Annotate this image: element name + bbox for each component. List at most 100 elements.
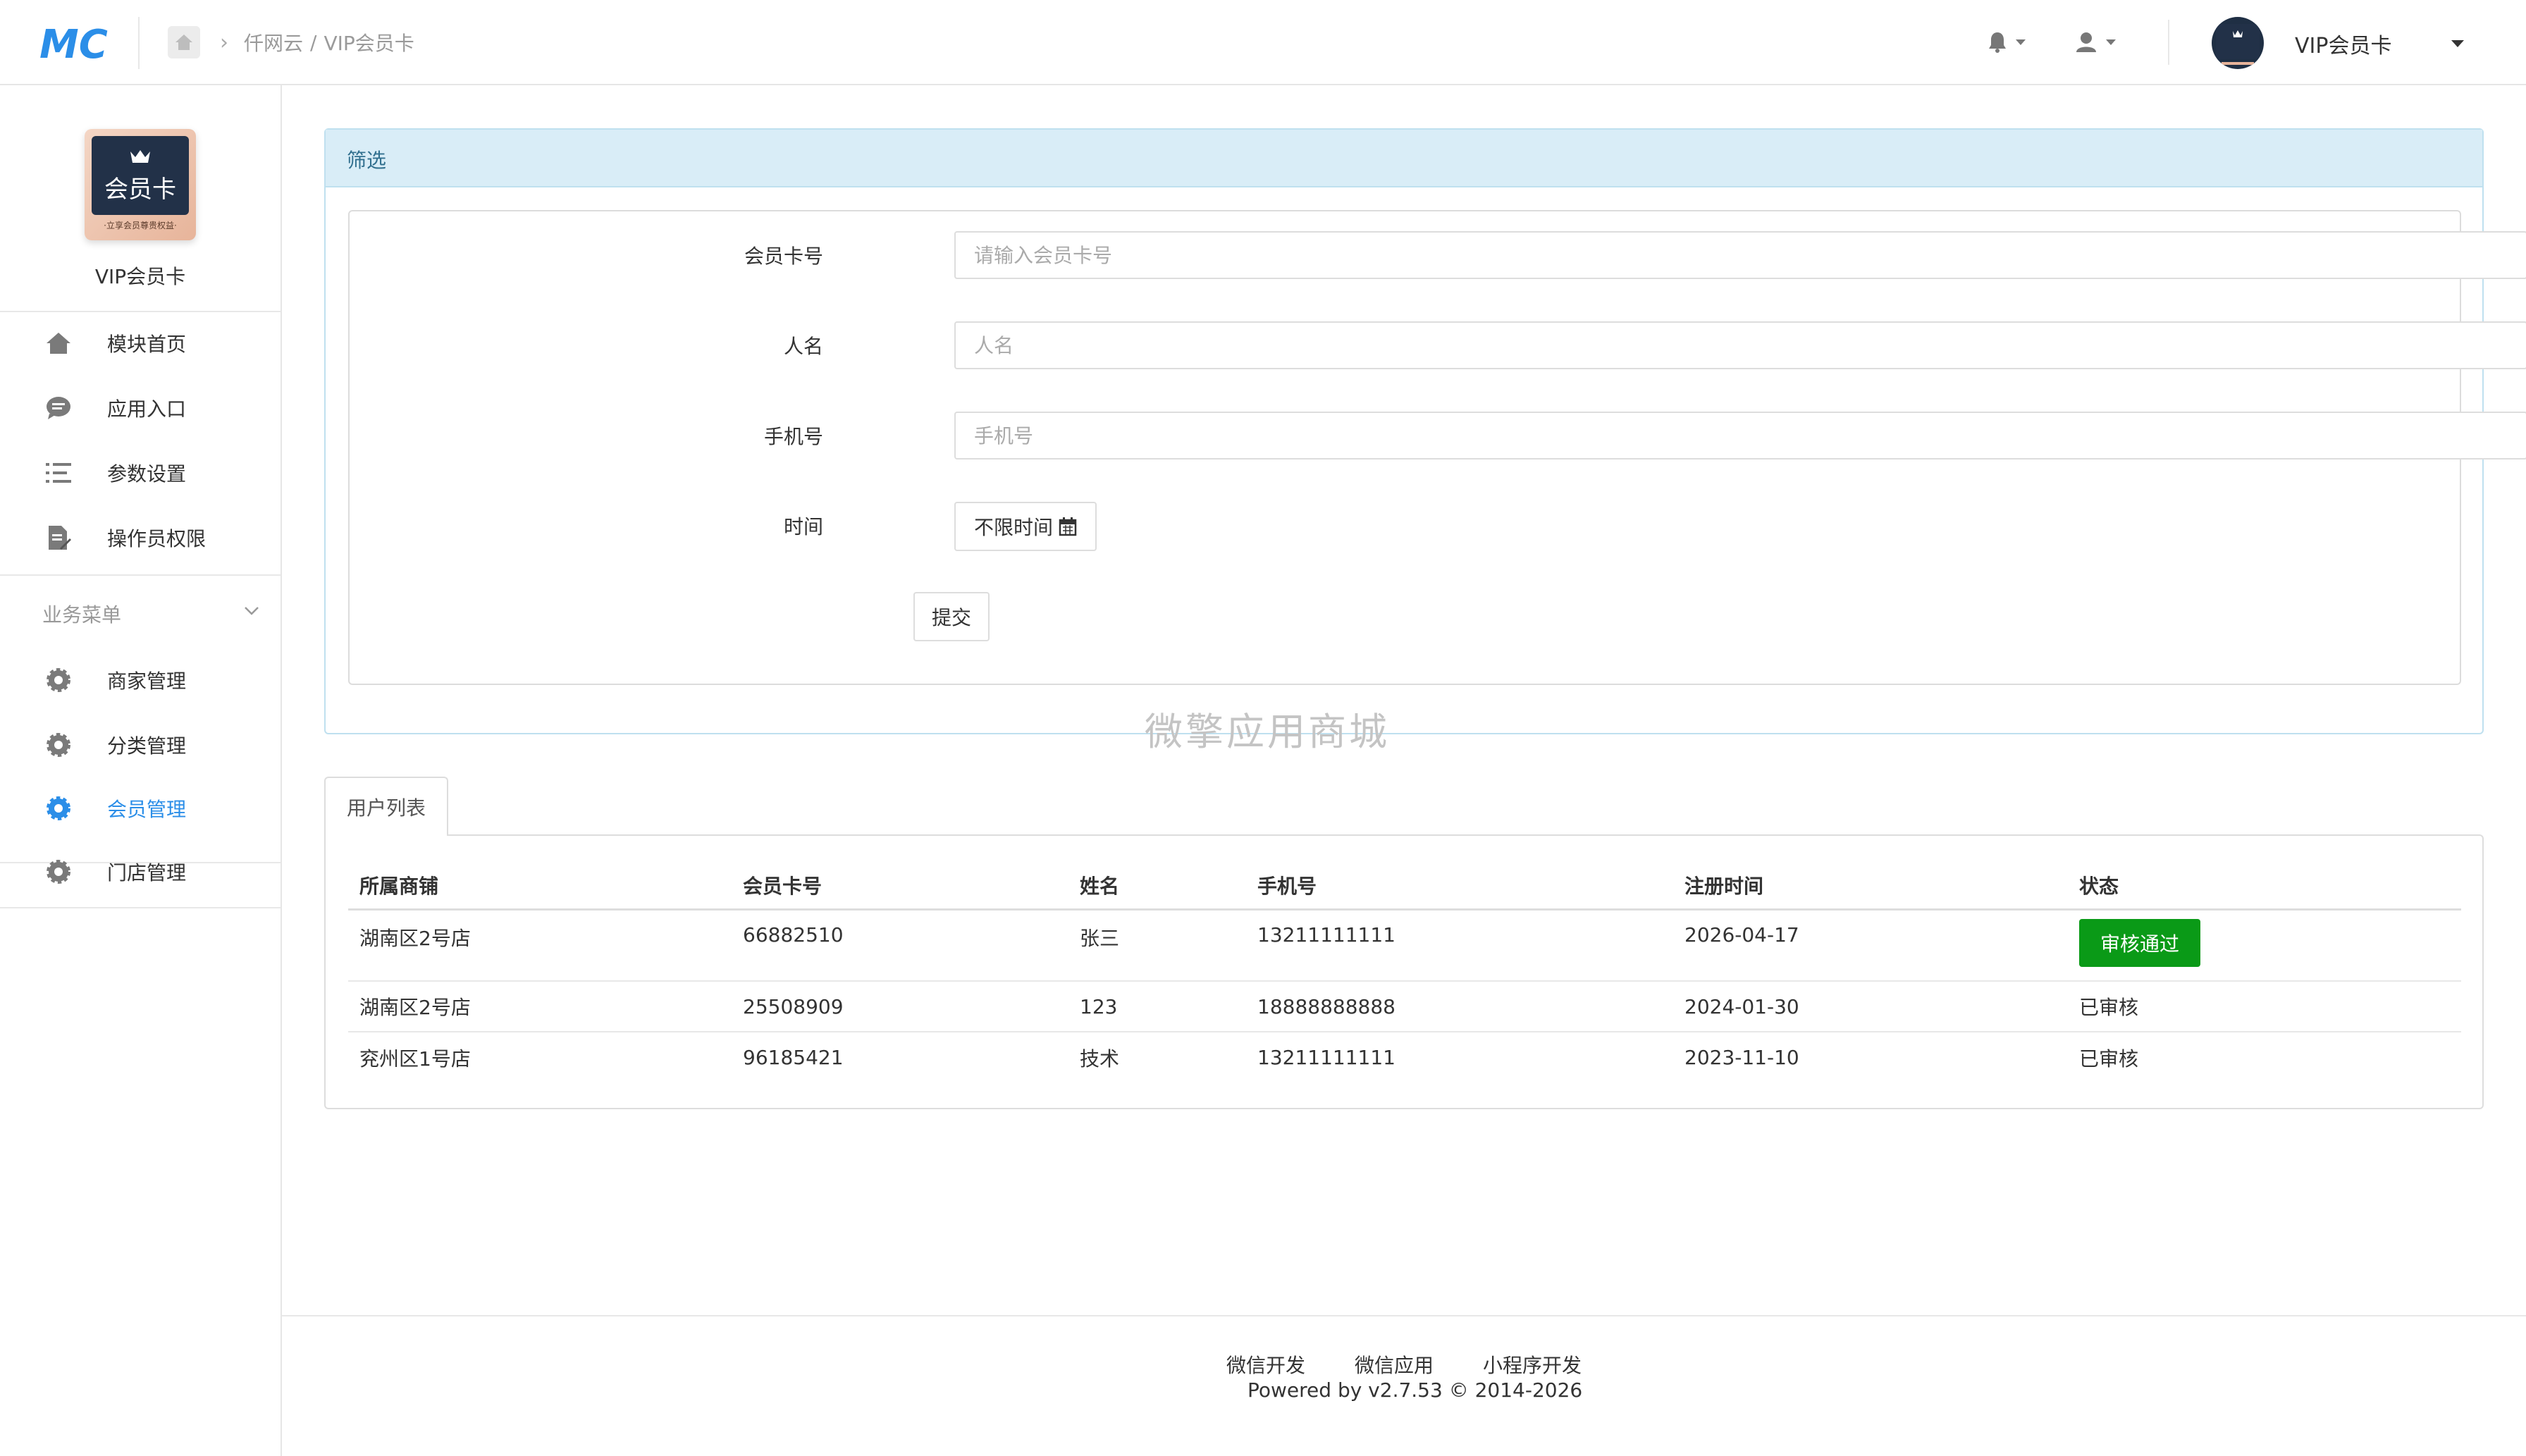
sidebar-divider bbox=[0, 311, 281, 312]
submit-button[interactable]: 提交 bbox=[913, 592, 990, 641]
sidebar-divider bbox=[0, 574, 281, 576]
cell-phone: 13211111111 bbox=[1257, 1046, 1396, 1069]
home-icon bbox=[44, 328, 73, 358]
sidebar-item-store-management[interactable]: 门店管理 bbox=[0, 844, 281, 900]
cell-card-number: 96185421 bbox=[743, 1046, 844, 1069]
cell-shop: 湖南区2号店 bbox=[348, 909, 732, 982]
tab-user-list[interactable]: 用户列表 bbox=[324, 777, 448, 836]
table-row: 湖南区2号店 66882510 张三 13211111111 2026-04-1… bbox=[348, 909, 2461, 982]
cell-shop: 湖南区2号店 bbox=[348, 981, 732, 1032]
chevron-right-icon: › bbox=[220, 30, 228, 55]
cell-name: 123 bbox=[1068, 981, 1246, 1032]
user-table-container: 所属商铺 会员卡号 姓名 手机号 注册时间 状态 湖南区2号店 66882510… bbox=[324, 834, 2484, 1109]
calendar-icon bbox=[1059, 517, 1077, 536]
home-icon[interactable] bbox=[168, 26, 200, 58]
breadcrumb-item[interactable]: VIP会员卡 bbox=[324, 28, 414, 56]
caret-down-icon bbox=[2016, 39, 2026, 45]
phone-input[interactable] bbox=[954, 412, 2526, 459]
sidebar-item-label: 分类管理 bbox=[107, 734, 187, 758]
cell-shop: 兖州区1号店 bbox=[359, 1047, 471, 1071]
sidebar-item-label: 商家管理 bbox=[107, 670, 187, 693]
svg-text:MC: MC bbox=[39, 23, 108, 65]
card-number-input[interactable] bbox=[954, 231, 2526, 279]
sidebar-item-label: 操作员权限 bbox=[107, 527, 207, 550]
sidebar-item-app-entry[interactable]: 应用入口 bbox=[0, 380, 281, 436]
chevron-down-icon[interactable] bbox=[244, 603, 259, 618]
header-divider bbox=[2168, 20, 2169, 65]
crown-icon bbox=[130, 150, 150, 163]
bell-icon bbox=[1989, 32, 2006, 53]
approve-button[interactable]: 审核通过 bbox=[2079, 918, 2201, 967]
app-name: VIP会员卡 bbox=[94, 265, 186, 288]
sidebar-item-settings[interactable]: 参数设置 bbox=[0, 445, 281, 501]
time-range-value: 不限时间 bbox=[973, 516, 1053, 539]
gear-icon bbox=[44, 665, 73, 695]
cell-register-time: 2024-01-30 bbox=[1673, 981, 2068, 1032]
cell-status: 已审核 bbox=[2068, 981, 2461, 1032]
column-header-shop: 所属商铺 bbox=[348, 863, 732, 911]
cell-phone: 18888888888 bbox=[1246, 981, 1673, 1032]
header-divider bbox=[138, 17, 140, 69]
notification-button[interactable] bbox=[1988, 28, 2026, 56]
footer-link[interactable]: 小程序开发 bbox=[1483, 1350, 1582, 1378]
app-logo: 会员卡 ·立享会员尊贵权益· bbox=[85, 129, 196, 240]
cell-name: 张三 bbox=[1068, 909, 1246, 982]
app-logo-subtitle: ·立享会员尊贵权益· bbox=[104, 221, 177, 230]
user-icon bbox=[2076, 32, 2096, 52]
column-header-register-time: 注册时间 bbox=[1673, 863, 2068, 911]
sidebar-divider bbox=[0, 907, 281, 908]
filter-panel: 筛选 会员卡号 人名 手机号 时间 不限时间 提交 bbox=[324, 128, 2526, 734]
column-header-card-number: 会员卡号 bbox=[732, 863, 1068, 911]
cell-status: 已审核 bbox=[2079, 1047, 2139, 1071]
gear-icon bbox=[44, 857, 73, 887]
sidebar-item-module-home[interactable]: 模块首页 bbox=[0, 315, 281, 371]
cell-status: 审核通过 bbox=[2068, 909, 2461, 982]
user-table: 所属商铺 会员卡号 姓名 手机号 注册时间 状态 湖南区2号店 66882510… bbox=[348, 863, 2461, 1082]
sidebar-item-member-management[interactable]: 会员管理 bbox=[0, 780, 281, 837]
breadcrumb-separator: / bbox=[310, 30, 317, 54]
breadcrumb: › 仟网云 / VIP会员卡 bbox=[168, 25, 414, 59]
document-edit-icon bbox=[44, 523, 73, 553]
caret-down-icon bbox=[2106, 39, 2116, 45]
sidebar: 会员卡 ·立享会员尊贵权益· VIP会员卡 模块首页 应用入口 参数设置 操作员… bbox=[0, 85, 282, 1456]
cell-register-time: 2023-11-10 bbox=[1684, 1046, 1799, 1069]
footer-divider bbox=[282, 1315, 2526, 1316]
cell-card-number: 66882510 bbox=[732, 909, 1068, 982]
sidebar-item-label: 模块首页 bbox=[107, 333, 187, 356]
filter-panel-header: 筛选 bbox=[326, 130, 2482, 187]
phone-label: 手机号 bbox=[763, 425, 823, 448]
footer-link[interactable]: 微信开发 bbox=[1226, 1350, 1305, 1378]
sidebar-item-merchant-management[interactable]: 商家管理 bbox=[0, 652, 281, 708]
column-header-phone: 手机号 bbox=[1246, 863, 1673, 911]
gear-icon bbox=[44, 730, 73, 760]
chat-icon bbox=[44, 393, 73, 423]
sidebar-item-category-management[interactable]: 分类管理 bbox=[0, 717, 281, 773]
breadcrumb-item[interactable]: 仟网云 bbox=[244, 28, 303, 56]
time-label: 时间 bbox=[783, 515, 823, 538]
sidebar-item-label: 应用入口 bbox=[107, 397, 187, 421]
filter-panel-title: 筛选 bbox=[347, 149, 387, 172]
table-header-row: 所属商铺 会员卡号 姓名 手机号 注册时间 状态 bbox=[348, 863, 2461, 911]
name-input[interactable] bbox=[954, 321, 2526, 369]
watermark: 微擎应用商城 bbox=[1145, 710, 1390, 754]
name-label: 人名 bbox=[783, 335, 823, 358]
cell-name: 技术 bbox=[1080, 1047, 1120, 1071]
cell-register-time: 2026-04-17 bbox=[1673, 909, 2068, 982]
sidebar-item-operator-permissions[interactable]: 操作员权限 bbox=[0, 510, 281, 566]
list-icon bbox=[44, 458, 73, 488]
app-logo-text: 会员卡 bbox=[104, 175, 176, 204]
user-menu-button[interactable] bbox=[2075, 28, 2116, 56]
app-avatar[interactable] bbox=[2212, 17, 2264, 69]
sidebar-group-title[interactable]: 业务菜单 bbox=[42, 600, 121, 628]
table-row: 湖南区2号店 25508909 123 18888888888 2024-01-… bbox=[348, 981, 2461, 1032]
top-bar: MC › 仟网云 / VIP会员卡 VIP会员卡 bbox=[0, 0, 2526, 85]
cell-card-number: 25508909 bbox=[732, 981, 1068, 1032]
footer-link[interactable]: 微信应用 bbox=[1355, 1350, 1434, 1378]
time-range-picker[interactable]: 不限时间 bbox=[954, 502, 1097, 551]
logo[interactable]: MC bbox=[39, 23, 113, 65]
sidebar-item-label: 会员管理 bbox=[107, 798, 187, 821]
sidebar-item-label: 门店管理 bbox=[107, 861, 187, 884]
cell-phone: 13211111111 bbox=[1246, 909, 1673, 982]
app-selector[interactable]: VIP会员卡 bbox=[2295, 28, 2391, 59]
caret-down-icon[interactable] bbox=[2451, 40, 2464, 47]
